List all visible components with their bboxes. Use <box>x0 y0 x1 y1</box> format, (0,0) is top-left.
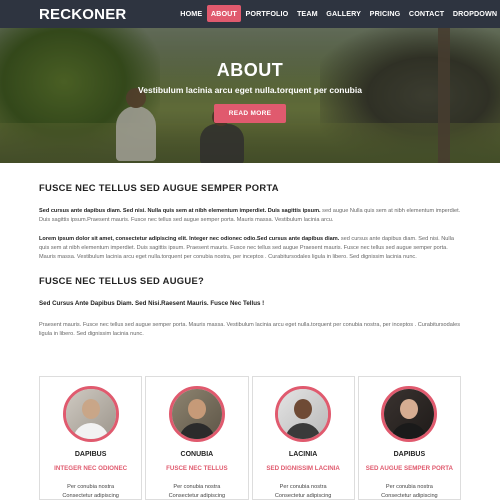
hero-overlay <box>0 28 500 163</box>
nav-contact[interactable]: CONTACT <box>405 5 449 22</box>
card-desc: Per conubia nostra Consectetur adipiscing <box>40 483 141 500</box>
avatar-face <box>294 399 313 419</box>
card-role: SED DIGNISSIM LACINIA <box>266 465 340 472</box>
team-card[interactable]: DAPIBUS SED AUGUE SEMPER PORTA Per conub… <box>357 376 461 500</box>
avatar-face <box>187 399 206 419</box>
avatar <box>62 386 119 442</box>
nav-dropdown-label: DROPDOWN <box>452 9 498 18</box>
team-card[interactable]: CONUBIA FUSCE NEC TELLUS Per conubia nos… <box>145 376 249 500</box>
card-desc: Per conubia nostra Consectetur adipiscing <box>253 483 354 500</box>
section-paragraph-1-bold: Sed cursus ante dapibus diam. Sed nisi. … <box>39 208 321 214</box>
section-heading-1: FUSCE NEC TELLUS SED AUGUE SEMPER PORTA <box>39 182 279 193</box>
team-card[interactable]: DAPIBUS INTEGER NEC ODIONEC Per conubia … <box>39 376 143 500</box>
section-lead: Sed Cursus Ante Dapibus Diam. Sed Nisi.R… <box>39 300 265 307</box>
main-nav: HOME ABOUT PORTFOLIO TEAM GALLERY PRICIN… <box>176 5 500 22</box>
nav-portfolio[interactable]: PORTFOLIO <box>241 5 292 22</box>
brand-logo[interactable]: RECKONER <box>39 6 126 23</box>
team-card[interactable]: LACINIA SED DIGNISSIM LACINIA Per conubi… <box>251 376 355 500</box>
avatar <box>168 386 225 442</box>
section-paragraph-2: Lorem ipsum dolor sit amet, consectetur … <box>39 235 463 262</box>
nav-gallery[interactable]: GALLERY <box>322 5 365 22</box>
card-desc-line-2: Consectetur adipiscing <box>381 492 438 499</box>
card-desc-line-1: Per conubia nostra <box>173 484 221 490</box>
card-role: FUSCE NEC TELLUS <box>166 465 228 472</box>
team-cards: DAPIBUS INTEGER NEC ODIONEC Per conubia … <box>39 376 461 500</box>
card-name: DAPIBUS <box>393 451 426 458</box>
card-desc-line-1: Per conubia nostra <box>385 484 433 490</box>
nav-dropdown[interactable]: DROPDOWN▼ <box>449 5 500 22</box>
navbar: RECKONER HOME ABOUT PORTFOLIO TEAM GALLE… <box>0 0 500 28</box>
card-name: DAPIBUS <box>74 451 107 458</box>
card-role: INTEGER NEC ODIONEC <box>54 465 128 472</box>
card-desc-line-1: Per conubia nostra <box>67 484 115 490</box>
avatar <box>381 386 438 442</box>
about-content: FUSCE NEC TELLUS SED AUGUE SEMPER PORTA … <box>39 182 463 339</box>
nav-home[interactable]: HOME <box>176 5 207 22</box>
card-desc-line-2: Consectetur adipiscing <box>168 492 226 499</box>
section-paragraph-1: Sed cursus ante dapibus diam. Sed nisi. … <box>39 207 463 225</box>
nav-pricing[interactable]: PRICING <box>365 5 404 22</box>
hero-title: ABOUT <box>216 60 284 80</box>
card-role: SED AUGUE SEMPER PORTA <box>365 465 454 472</box>
hero-banner: ABOUT Vestibulum lacinia arcu eget nulla… <box>0 28 500 163</box>
nav-team[interactable]: TEAM <box>293 5 322 22</box>
avatar-face <box>81 399 100 419</box>
section-heading-2: FUSCE NEC TELLUS SED AUGUE? <box>39 275 205 286</box>
card-name: CONUBIA <box>180 451 214 458</box>
card-desc-line-1: Per conubia nostra <box>279 484 327 490</box>
nav-about[interactable]: ABOUT <box>206 5 242 22</box>
card-desc: Per conubia nostra Consectetur adipiscing <box>146 483 247 500</box>
section-paragraph-3: Praesent mauris. Fusce nec tellus sed au… <box>39 322 460 337</box>
card-name: LACINIA <box>288 451 318 458</box>
hero-subtitle: Vestibulum lacinia arcu eget nulla.torqu… <box>138 85 362 95</box>
card-desc: Per conubia nostra Consectetur adipiscing <box>359 483 460 500</box>
card-desc-line-2: Consectetur adipiscing <box>274 492 332 499</box>
card-desc-line-2: Consectetur adipiscing <box>62 492 119 499</box>
section-paragraph-2-bold: Lorem ipsum dolor sit amet, consectetur … <box>39 236 340 242</box>
avatar <box>275 386 332 442</box>
read-more-button[interactable]: READ MORE <box>214 104 286 123</box>
